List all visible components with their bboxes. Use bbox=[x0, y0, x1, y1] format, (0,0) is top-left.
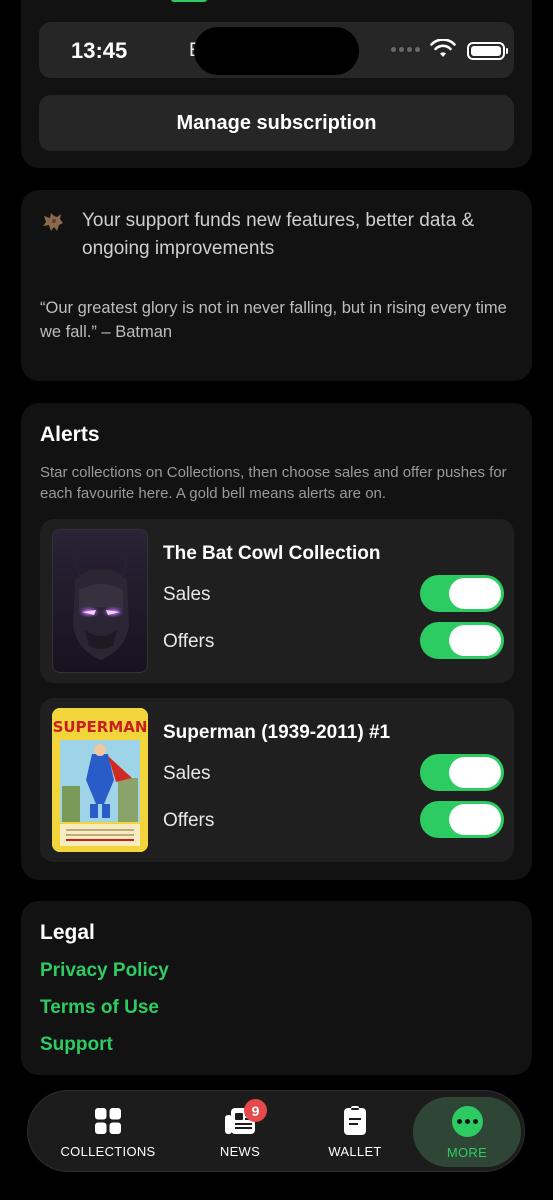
support-message: Your support funds new features, better … bbox=[82, 210, 475, 259]
sales-toggle[interactable] bbox=[420, 575, 504, 612]
alerts-title: Alerts bbox=[40, 423, 100, 446]
tab-more[interactable]: MORE bbox=[413, 1097, 521, 1167]
alert-item-superman: SUPERMAN Superman (1939-2011) #1 Sales O… bbox=[40, 698, 514, 862]
sales-label: Sales bbox=[163, 763, 211, 784]
offers-toggle[interactable] bbox=[420, 801, 504, 838]
more-icon bbox=[451, 1106, 483, 1137]
superman-logo-text: SUPERMAN bbox=[53, 718, 148, 736]
offers-label: Offers bbox=[163, 810, 215, 831]
tab-wallet[interactable]: WALLET bbox=[320, 1091, 390, 1171]
grid-icon bbox=[95, 1108, 121, 1134]
tab-label: COLLECTIONS bbox=[60, 1144, 156, 1159]
signal-icon bbox=[391, 47, 420, 52]
status-accent-peek bbox=[171, 0, 207, 2]
terms-of-use-link[interactable]: Terms of Use bbox=[40, 997, 159, 1019]
wallet-icon bbox=[344, 1106, 366, 1135]
legal-card: Legal Privacy Policy Terms of Use Suppor… bbox=[21, 901, 532, 1075]
support-link[interactable]: Support bbox=[40, 1034, 113, 1056]
news-badge: 9 bbox=[244, 1099, 267, 1122]
tab-label: WALLET bbox=[328, 1144, 382, 1159]
bat-cowl-image bbox=[71, 542, 131, 660]
status-time: 13:45 bbox=[71, 38, 128, 63]
tab-collections[interactable]: COLLECTIONS bbox=[56, 1091, 160, 1171]
wifi-icon bbox=[430, 39, 456, 57]
privacy-policy-link[interactable]: Privacy Policy bbox=[40, 960, 169, 982]
tab-bar: COLLECTIONS 9 NEWS WALLET MORE bbox=[27, 1090, 525, 1172]
superman-cover-image: SUPERMAN bbox=[52, 708, 148, 852]
dynamic-island bbox=[194, 27, 359, 75]
manage-subscription-button[interactable]: Manage subscription bbox=[39, 95, 514, 151]
battery-icon bbox=[467, 42, 508, 60]
sales-label: Sales bbox=[163, 584, 211, 605]
sales-toggle[interactable] bbox=[420, 754, 504, 791]
status-bar-preview: 13:45 E s bbox=[39, 22, 514, 78]
alert-item-title: Superman (1939-2011) #1 bbox=[163, 722, 391, 743]
bat-cowl-thumbnail bbox=[52, 529, 148, 673]
support-quote: “Our greatest glory is not in never fall… bbox=[40, 299, 507, 341]
alert-item-bat-cowl: The Bat Cowl Collection Sales Offers bbox=[40, 519, 514, 683]
subscription-card: 13:45 E s Manage subscription bbox=[21, 0, 532, 168]
offers-label: Offers bbox=[163, 631, 215, 652]
offers-toggle[interactable] bbox=[420, 622, 504, 659]
legal-title: Legal bbox=[40, 921, 95, 944]
tab-label: NEWS bbox=[219, 1144, 261, 1159]
superman-thumbnail: SUPERMAN bbox=[52, 708, 148, 852]
alert-item-title: The Bat Cowl Collection bbox=[163, 543, 381, 564]
tab-news[interactable]: 9 NEWS bbox=[210, 1091, 270, 1171]
alerts-card: Alerts Star collections on Collections, … bbox=[21, 403, 532, 880]
alerts-description: Star collections on Collections, then ch… bbox=[40, 464, 507, 502]
tab-label: MORE bbox=[446, 1145, 488, 1160]
support-card: Your support funds new features, better … bbox=[21, 190, 532, 381]
bat-icon bbox=[43, 213, 63, 231]
